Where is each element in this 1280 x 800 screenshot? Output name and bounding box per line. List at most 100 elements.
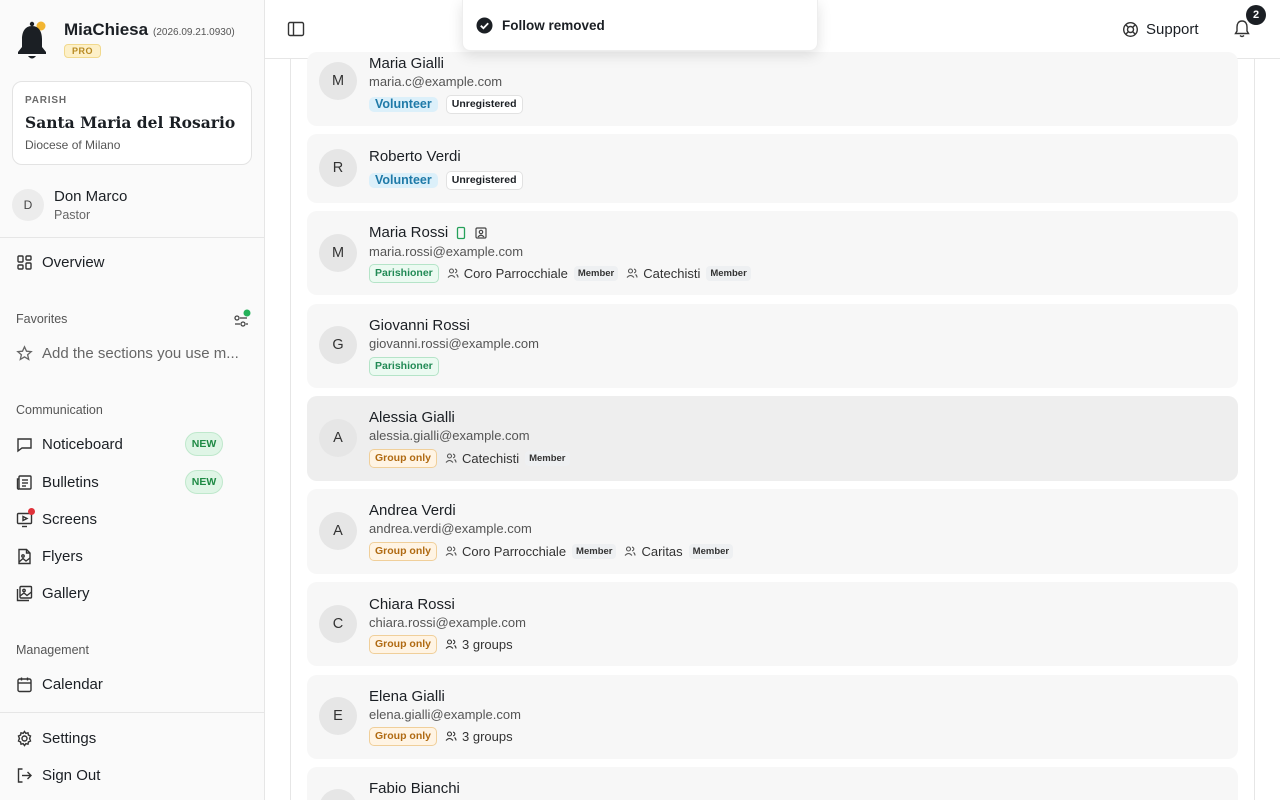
nav-flyers[interactable]: Flyers	[16, 542, 248, 570]
nav-noticeboard-label: Noticeboard	[42, 435, 123, 453]
communication-title: Communication	[16, 403, 103, 417]
support-label: Support	[1146, 20, 1199, 38]
nav-bulletins-label: Bulletins	[42, 473, 99, 491]
person-card[interactable]: F Fabio Bianchi	[307, 767, 1238, 800]
images-icon	[16, 585, 33, 601]
gear-icon	[17, 729, 32, 747]
support-button[interactable]: Support	[1122, 18, 1199, 40]
person-email: maria.c@example.com	[369, 74, 503, 89]
avatar: R	[319, 149, 357, 187]
member-badge: Member	[572, 543, 617, 559]
group-membership: Coro Parrocchiale Member	[447, 265, 619, 281]
person-name: Andrea Verdi	[369, 502, 456, 519]
user-avatar: D	[12, 189, 44, 221]
person-tags: Volunteer Unregistered	[369, 170, 523, 190]
role-badge: Volunteer	[369, 96, 438, 112]
avatar: M	[319, 234, 357, 272]
nav-calendar[interactable]: Calendar	[16, 670, 248, 698]
favorites-placeholder[interactable]: Add the sections you use m...	[16, 339, 248, 367]
role-badge: Parishioner	[369, 356, 439, 376]
toast-notification: Follow removed	[462, 0, 818, 51]
favorites-placeholder-label: Add the sections you use m...	[42, 344, 239, 362]
person-tags: Group only 3 groups	[369, 726, 513, 746]
role-badge: Group only	[369, 634, 437, 654]
role-badge: Parishioner	[369, 263, 439, 283]
nav-noticeboard[interactable]: Noticeboard NEW	[16, 430, 248, 458]
parish-label: PARISH	[25, 95, 67, 106]
brand[interactable]: MiaChiesa (2026.09.21.0930) PRO	[16, 18, 256, 64]
nav-gallery[interactable]: Gallery	[16, 579, 248, 607]
nav-flyers-label: Flyers	[42, 547, 83, 565]
person-email: andrea.verdi@example.com	[369, 521, 532, 536]
users-icon	[626, 268, 638, 278]
role-badge: Volunteer	[369, 172, 438, 188]
member-badge: Member	[688, 543, 734, 559]
current-user[interactable]: D Don Marco Pastor	[12, 186, 252, 226]
person-tags: Group only Coro Parrocchiale Member Cari…	[369, 541, 734, 561]
nav-screens[interactable]: Screens	[16, 505, 248, 533]
person-name: Alessia Gialli	[369, 409, 455, 426]
life-buoy-icon	[1122, 21, 1139, 37]
person-name: Maria Rossi	[369, 224, 488, 241]
new-badge: NEW	[185, 432, 223, 456]
parish-diocese: Diocese of Milano	[25, 138, 121, 152]
user-name: Don Marco	[54, 188, 128, 205]
person-card[interactable]: R Roberto Verdi Volunteer Unregistered	[307, 134, 1238, 203]
nav-settings-label: Settings	[42, 729, 97, 747]
mobile-app-icon	[457, 226, 466, 239]
person-card[interactable]: G Giovanni Rossi giovanni.rossi@example.…	[307, 304, 1238, 388]
alert-dot	[28, 508, 35, 515]
avatar: E	[319, 697, 357, 735]
nav-sign-out[interactable]: Sign Out	[16, 761, 248, 789]
divider	[0, 712, 264, 713]
nav-settings[interactable]: Settings	[16, 724, 248, 752]
nav-overview-label: Overview	[42, 253, 105, 271]
role-badge: Group only	[369, 726, 437, 746]
users-icon	[445, 639, 457, 649]
role-badge: Group only	[369, 541, 437, 561]
new-badge: NEW	[185, 470, 223, 494]
person-card[interactable]: C Chiara Rossi chiara.rossi@example.com …	[307, 582, 1238, 666]
person-card[interactable]: E Elena Gialli elena.gialli@example.com …	[307, 675, 1238, 759]
person-tags: Parishioner	[369, 356, 439, 376]
sidebar: MiaChiesa (2026.09.21.0930) PRO PARISH S…	[0, 0, 265, 800]
contact-card-icon	[475, 226, 487, 239]
person-tags: Group only 3 groups	[369, 634, 513, 654]
person-card[interactable]: A Andrea Verdi andrea.verdi@example.com …	[307, 489, 1238, 574]
sidebar-toggle-icon[interactable]	[287, 20, 305, 38]
person-card[interactable]: M Maria Gialli maria.c@example.com Volun…	[307, 52, 1238, 126]
person-name: Maria Gialli	[369, 55, 445, 72]
users-icon	[445, 731, 457, 741]
group-membership: Coro Parrocchiale Member	[445, 543, 617, 559]
nav-screens-label: Screens	[42, 510, 98, 528]
person-card[interactable]: A Alessia Gialli alessia.gialli@example.…	[307, 396, 1238, 481]
app-name: MiaChiesa	[64, 20, 149, 39]
group-membership: Catechisti Member	[445, 450, 570, 466]
bell-logo-icon	[18, 21, 46, 59]
group-membership: Caritas Member	[624, 543, 734, 559]
group-membership: Catechisti Member	[626, 265, 751, 281]
member-badge: Member	[525, 450, 570, 466]
users-icon	[445, 546, 457, 556]
star-icon	[16, 344, 33, 361]
app-version: (2026.09.21.0930)	[153, 27, 235, 38]
nav-overview[interactable]: Overview	[16, 248, 248, 276]
nav-gallery-label: Gallery	[42, 584, 90, 602]
person-card[interactable]: M Maria Rossi maria.rossi@example.com Pa…	[307, 211, 1238, 295]
avatar: F	[319, 789, 357, 800]
customize-favorites-icon[interactable]	[233, 309, 251, 329]
member-badge: Member	[573, 265, 619, 281]
message-square-icon	[17, 437, 32, 452]
status-badge: Unregistered	[445, 94, 523, 114]
person-tags: Volunteer Unregistered	[369, 94, 523, 114]
calendar-icon	[17, 677, 32, 692]
person-tags: Parishioner Coro Parrocchiale Member Cat…	[369, 263, 751, 283]
parish-card[interactable]: PARISH Santa Maria del Rosario Diocese o…	[12, 81, 252, 165]
person-name: Elena Gialli	[369, 688, 445, 705]
nav-bulletins[interactable]: Bulletins NEW	[16, 468, 248, 496]
favorites-title: Favorites	[16, 312, 68, 326]
person-name: Fabio Bianchi	[369, 780, 460, 797]
grid-icon	[17, 254, 32, 270]
check-circle-icon	[476, 17, 493, 33]
avatar: G	[319, 326, 357, 364]
